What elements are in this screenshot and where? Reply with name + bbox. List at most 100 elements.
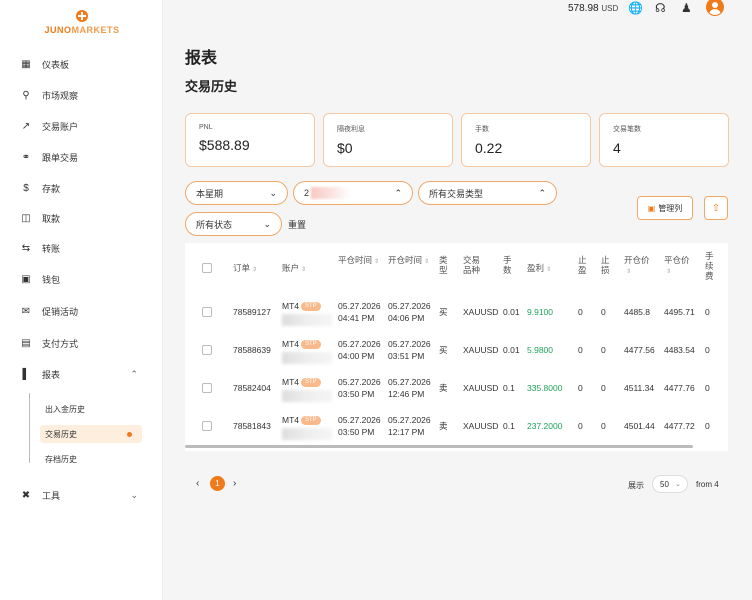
sort-icon: ⇕ [301, 267, 307, 273]
table-horizontal-scrollbar[interactable] [185, 445, 693, 448]
sidebar-item-promotions[interactable]: ✉ 促销活动 [20, 301, 150, 321]
brand-logo[interactable]: JUNOMARKETS [42, 10, 122, 36]
tools-icon: ✖ [21, 489, 31, 501]
sort-icon: ⇕ [374, 259, 380, 265]
row-checkbox[interactable] [202, 383, 212, 393]
cell-tp: 0 [578, 421, 583, 431]
stp-badge: STP [301, 302, 321, 312]
cell-close-time: 05.27.2026 04:41 PM [338, 301, 381, 323]
select-all-checkbox[interactable] [202, 263, 212, 273]
page-title: 报表 [185, 50, 218, 67]
cell-close-price: 4495.71 [664, 307, 695, 317]
manage-columns-button[interactable]: ▣ 管理列 [637, 196, 693, 220]
per-page-select[interactable]: 50 ⌄ [652, 475, 688, 493]
logo-mark-icon [76, 10, 88, 22]
col-account[interactable]: 账户 ⇕ [282, 263, 306, 275]
chevron-down-icon: ⌄ [263, 218, 271, 229]
sort-icon: ⇕ [546, 267, 552, 273]
avatar[interactable] [706, 0, 724, 16]
col-profit[interactable]: 盈利 ⇕ [527, 263, 551, 275]
next-page-icon[interactable]: › [233, 478, 236, 489]
account-select[interactable]: 2 ⌃ [293, 181, 413, 205]
row-checkbox[interactable] [202, 345, 212, 355]
cell-close-time: 05.27.2026 03:50 PM [338, 415, 381, 437]
col-order[interactable]: 订单 ⇕ [233, 263, 257, 275]
sidebar-subitem-deposit-history[interactable]: 出入金历史 [40, 400, 85, 418]
cell-sl: 0 [601, 307, 606, 317]
cell-close-time: 05.27.2026 04:00 PM [338, 339, 381, 361]
sidebar-item-deposit[interactable]: $ 存款 [20, 178, 150, 198]
cell-open-time: 05.27.2026 12:17 PM [388, 415, 431, 437]
trade-type-select[interactable]: 所有交易类型 ⌃ [418, 181, 557, 205]
stp-badge: STP [301, 340, 321, 350]
cell-account: MT4 STP [282, 338, 332, 364]
account-select-value: 2 [304, 188, 310, 198]
stat-label: PNL [199, 124, 213, 131]
redacted-account [282, 352, 332, 364]
prev-page-icon[interactable]: ‹ [196, 478, 199, 489]
withdraw-icon: ◫ [21, 212, 31, 224]
megaphone-icon: ✉ [21, 305, 31, 317]
cell-lots: 0.1 [503, 421, 515, 431]
transfer-icon: ⇆ [21, 242, 31, 254]
sidebar-subitem-archive-history[interactable]: 存档历史 [40, 450, 77, 468]
sidebar-item-payment-methods[interactable]: ▤ 支付方式 [20, 333, 150, 353]
col-close-price[interactable]: 平仓价⇕ [664, 255, 694, 277]
col-close-time[interactable]: 平仓时间 ⇕ [338, 255, 380, 267]
cell-profit: 335.8000 [527, 383, 563, 393]
cell-sl: 0 [601, 421, 606, 431]
col-tp[interactable]: 止盈 [578, 255, 590, 275]
col-type[interactable]: 类型 [439, 255, 451, 275]
cell-fee: 0 [705, 383, 710, 393]
col-fee[interactable]: 手续费 [705, 251, 717, 281]
globe-icon[interactable]: 🌐 [628, 1, 643, 15]
sidebar-item-label: 报表 [42, 369, 61, 380]
cell-type: 买 [439, 345, 448, 355]
sidebar-item-reports[interactable]: ▌ 报表 ⌃ [20, 364, 150, 384]
sidebar-item-trading-accounts[interactable]: ↗ 交易账户 [20, 116, 150, 136]
grid-icon: ▦ [21, 58, 31, 70]
sidebar-item-label: 市场观察 [42, 90, 79, 101]
chevron-down-icon: ⌄ [130, 489, 138, 500]
sidebar-item-label: 取款 [42, 213, 61, 224]
cell-symbol: XAUUSD [463, 421, 499, 431]
users-icon[interactable]: ♟ [681, 1, 692, 15]
account-balance: 578.98 USD [568, 3, 619, 14]
status-select[interactable]: 所有状态 ⌄ [185, 212, 282, 236]
stat-card-pnl: PNL $588.89 [185, 113, 315, 167]
row-checkbox[interactable] [202, 307, 212, 317]
sidebar-item-transfer[interactable]: ⇆ 转账 [20, 238, 150, 258]
sidebar-item-label: 钱包 [42, 274, 61, 285]
page-1-button[interactable]: 1 [210, 476, 225, 491]
col-lots[interactable]: 手数 [503, 255, 515, 275]
sidebar-item-dashboard[interactable]: ▦ 仪表板 [20, 54, 150, 74]
search-icon: ⚲ [22, 89, 30, 101]
stat-card-swap: 隔夜利息 $0 [323, 113, 453, 167]
manage-columns-label: 管理列 [658, 203, 683, 213]
col-sl[interactable]: 止损 [601, 255, 613, 275]
row-checkbox[interactable] [202, 421, 212, 431]
sidebar-item-copy-trading[interactable]: ⚭ 跟单交易 [20, 147, 150, 167]
col-open-price[interactable]: 开仓价⇕ [624, 255, 654, 277]
sidebar-item-withdraw[interactable]: ◫ 取款 [20, 208, 150, 228]
cell-open-time: 05.27.2026 04:06 PM [388, 301, 431, 323]
col-open-time[interactable]: 开仓时间 ⇕ [388, 255, 430, 267]
headset-icon[interactable]: ☊ [655, 1, 666, 15]
cell-tp: 0 [578, 383, 583, 393]
sidebar: JUNOMARKETS ▦ 仪表板 ⚲ 市场观察 ↗ 交易账户 ⚭ 跟单交易 $… [0, 0, 163, 600]
sidebar-item-market-watch[interactable]: ⚲ 市场观察 [20, 85, 150, 105]
reset-button[interactable]: 重置 [288, 218, 306, 231]
trade-type-select-value: 所有交易类型 [429, 188, 484, 199]
period-select[interactable]: 本星期 ⌄ [185, 181, 288, 205]
sort-icon: ⇕ [424, 259, 430, 265]
wallet-icon: ▣ [21, 273, 31, 285]
sidebar-subitem-trade-history[interactable]: 交易历史 [40, 425, 142, 443]
sidebar-item-wallet[interactable]: ▣ 钱包 [20, 269, 150, 289]
cell-order: 78582404 [233, 383, 271, 393]
col-symbol[interactable]: 交易品种 [463, 255, 483, 275]
sidebar-subitem-label: 交易历史 [45, 429, 77, 439]
stat-value: $0 [337, 140, 353, 156]
sidebar-item-tools[interactable]: ✖ 工具 ⌄ [20, 485, 150, 505]
export-button[interactable]: ⇧ [704, 196, 728, 220]
sidebar-item-label: 跟单交易 [42, 152, 79, 163]
